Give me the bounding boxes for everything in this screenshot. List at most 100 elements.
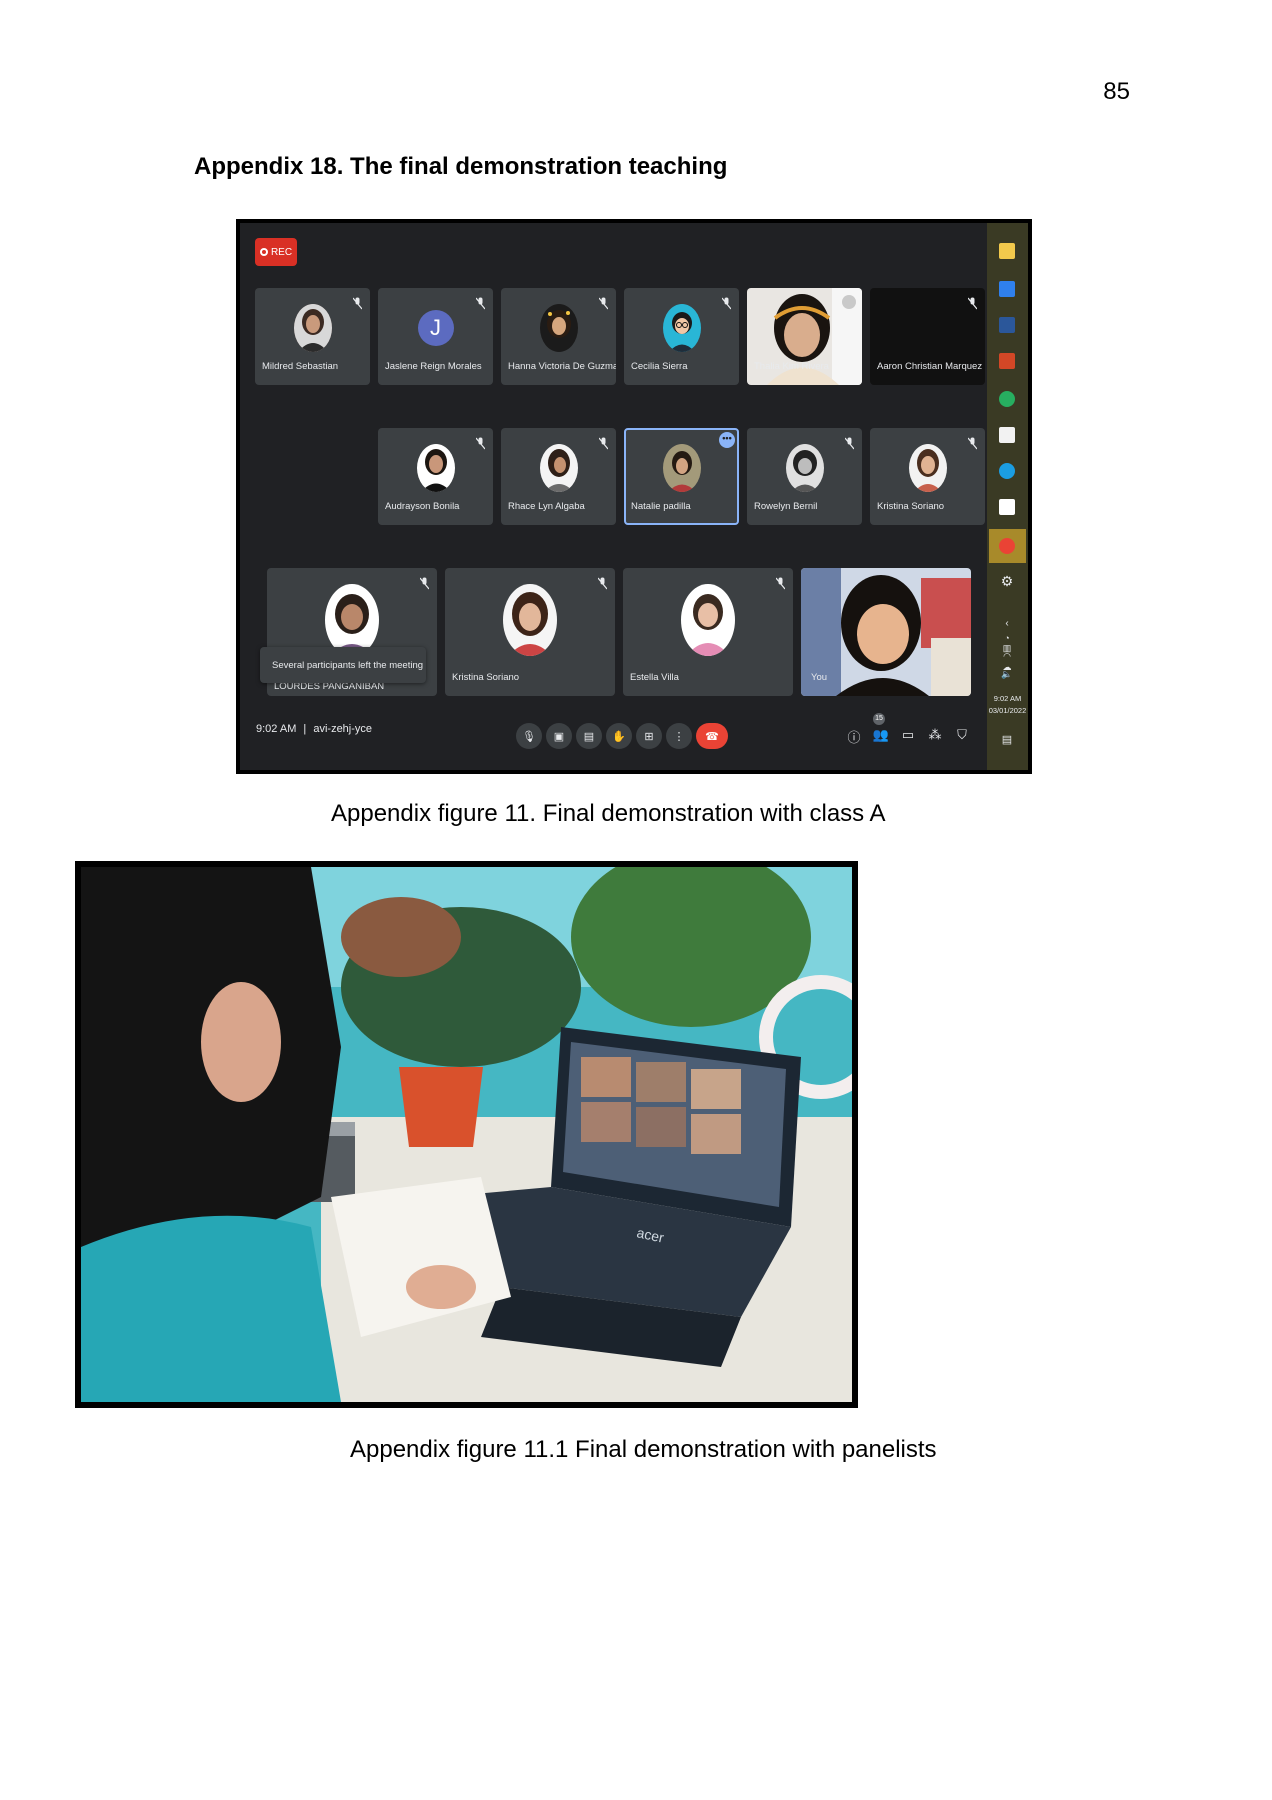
activities-icon[interactable]: ⁂ — [926, 727, 944, 745]
participant-photo — [539, 303, 578, 352]
chrome-icon[interactable] — [999, 538, 1015, 554]
present-icon: ⊞ — [644, 730, 654, 743]
phone-hangup-icon: ☎ — [705, 730, 719, 743]
meeting-separator: | — [303, 723, 307, 735]
notification-toast: Several participants left the meeting — [260, 647, 426, 683]
participant-photo — [908, 443, 947, 492]
participant-name: Kristina Soriano — [452, 672, 520, 683]
self-label: You — [811, 672, 828, 683]
more-vert-icon: ⋮ — [673, 730, 685, 743]
participant-name: Aaron Christian Marquez — [877, 361, 983, 372]
app-icon[interactable] — [999, 391, 1015, 407]
windows-taskbar: ⚙ ‹ ◔ ▥ ◠ ☁ 🔈 9:02 AM 03/01/2022 ▤ — [987, 223, 1028, 770]
participant-name: Cecilia Sierra — [631, 361, 688, 372]
raise-hand-button[interactable]: ✋ — [606, 723, 632, 749]
present-button[interactable]: ⊞ — [636, 723, 662, 749]
meeting-info: 9:02 AM | avi-zehj-yce — [256, 723, 372, 735]
participant-tile-active[interactable]: ••• Natalie padilla — [624, 428, 739, 525]
powerpoint-icon[interactable] — [999, 353, 1015, 369]
mic-off-icon — [599, 437, 608, 450]
participant-photo — [325, 584, 379, 657]
mic-off-icon — [842, 295, 856, 309]
camera-button[interactable]: ▣ — [546, 723, 572, 749]
participant-tile[interactable]: Audrayson Bonila — [378, 428, 493, 525]
mic-icon: 🎙 — [522, 730, 536, 743]
participant-tile[interactable]: Rhace Lyn Algaba — [501, 428, 616, 525]
participant-name: Jaslene Reign Morales — [385, 361, 482, 372]
wifi-icon[interactable]: ◠ ☁ — [999, 651, 1015, 672]
hand-icon: ✋ — [612, 730, 626, 743]
taskbar-clock-time: 9:02 AM — [993, 694, 1022, 703]
participant-photo — [785, 443, 824, 492]
participant-tile[interactable]: Aaron Christian Marquez — [870, 288, 985, 385]
participant-photo — [662, 443, 701, 492]
captions-button[interactable]: ▤ — [576, 723, 602, 749]
participant-name: Natalie padilla — [631, 501, 691, 512]
participant-name: Rowelyn Bernil — [754, 501, 818, 512]
participant-tile[interactable]: Estella Villa — [623, 568, 793, 696]
participant-tile[interactable]: Hanna Victoria De Guzman — [501, 288, 616, 385]
meeting-screenshot: REC Mildred Sebastian J Jaslene Reign Mo… — [236, 219, 1032, 774]
meeting-time: 9:02 AM — [256, 723, 297, 735]
participant-tile[interactable]: J Jaslene Reign Morales — [378, 288, 493, 385]
mic-off-icon — [420, 577, 429, 590]
participant-name: Rhace Lyn Algaba — [508, 501, 585, 512]
participant-name: Thalia Kim Rivera — [754, 361, 829, 372]
taskbar-clock-date: 03/01/2022 — [988, 706, 1027, 715]
mic-off-icon — [968, 437, 977, 450]
participant-name: Audrayson Bonila — [385, 501, 460, 512]
self-video-tile[interactable]: You — [801, 568, 971, 696]
participant-tile[interactable]: Mildred Sebastian — [255, 288, 370, 385]
mic-off-icon — [776, 577, 785, 590]
mail-icon[interactable] — [999, 281, 1015, 297]
participant-tile[interactable]: Kristina Soriano — [870, 428, 985, 525]
participant-name: Mildred Sebastian — [262, 361, 339, 372]
people-icon[interactable]: 👥 — [872, 727, 890, 745]
participant-photo — [681, 584, 735, 657]
participant-name: Estella Villa — [630, 672, 679, 683]
participant-count-badge: 15 — [873, 713, 885, 725]
mic-off-icon — [598, 577, 607, 590]
mic-button[interactable]: 🎙 — [516, 723, 542, 749]
appendix-heading: Appendix 18. The final demonstration tea… — [194, 153, 728, 180]
tray-icons[interactable]: ◔ ▥ — [999, 633, 1015, 653]
chat-icon[interactable]: ▭ — [899, 727, 917, 745]
notifications-icon[interactable]: ▤ — [999, 733, 1015, 749]
photo-scene: acer — [81, 867, 852, 1402]
participant-photo — [416, 443, 455, 492]
file-explorer-icon[interactable] — [999, 243, 1015, 259]
more-options-button[interactable]: ⋮ — [666, 723, 692, 749]
participant-tile[interactable]: Kristina Soriano — [445, 568, 615, 696]
participant-name: Kristina Soriano — [877, 501, 945, 512]
document-icon[interactable] — [999, 499, 1015, 515]
info-icon[interactable]: ⓘ — [845, 727, 863, 745]
mic-off-icon — [968, 297, 977, 310]
chevron-left-icon[interactable]: ‹ — [999, 618, 1015, 634]
camera-icon: ▣ — [553, 730, 565, 743]
mic-off-icon — [722, 297, 731, 310]
participant-photo — [539, 443, 578, 492]
captions-icon: ▤ — [583, 730, 595, 743]
mic-off-icon — [476, 437, 485, 450]
word-icon[interactable] — [999, 317, 1015, 333]
participant-tile[interactable]: Rowelyn Bernil — [747, 428, 862, 525]
volume-icon[interactable]: 🔈 — [999, 669, 1015, 685]
end-call-button[interactable]: ☎ — [696, 723, 728, 749]
rec-badge: REC — [255, 238, 297, 266]
mic-off-icon — [599, 297, 608, 310]
photo-panelists: acer — [75, 861, 858, 1408]
meeting-code: avi-zehj-yce — [313, 723, 373, 735]
record-icon — [259, 248, 268, 256]
more-options-icon[interactable]: ••• — [719, 432, 735, 448]
participant-photo — [662, 303, 701, 352]
settings-icon[interactable]: ⚙ — [999, 573, 1015, 589]
figure-caption: Appendix figure 11. Final demonstration … — [331, 800, 886, 827]
participant-tile[interactable]: Cecilia Sierra — [624, 288, 739, 385]
participant-video-tile[interactable]: Thalia Kim Rivera — [747, 288, 862, 385]
edge-icon[interactable] — [999, 463, 1015, 479]
host-controls-icon[interactable]: ⛉ — [953, 727, 971, 745]
figure-caption: Appendix figure 11.1 Final demonstration… — [350, 1436, 937, 1463]
rec-label: REC — [270, 246, 293, 258]
participant-photo — [503, 584, 557, 657]
store-icon[interactable] — [999, 427, 1015, 443]
